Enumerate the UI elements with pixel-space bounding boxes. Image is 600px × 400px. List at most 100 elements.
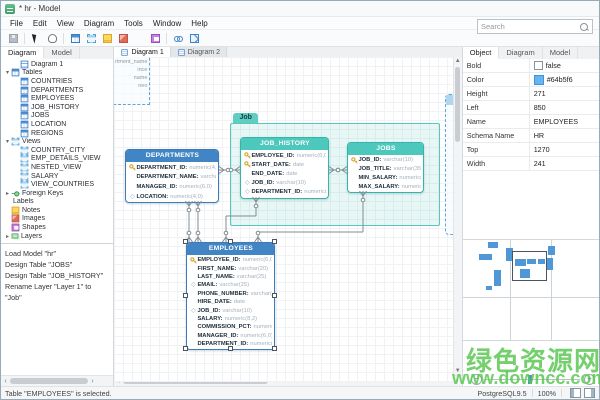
new-shape-button[interactable] bbox=[148, 32, 162, 45]
sidebar-item-labels[interactable]: Labels bbox=[1, 198, 113, 207]
sidebar-item-jobs[interactable]: JOBS bbox=[1, 112, 113, 121]
sidebar-item-regions[interactable]: REGIONS bbox=[1, 129, 113, 138]
minimap-table bbox=[546, 258, 553, 270]
glasses-button[interactable] bbox=[171, 32, 185, 45]
sidebar-item-emp-details-view[interactable]: EMP_DETAILS_VIEW bbox=[1, 155, 113, 164]
tab-object[interactable]: Object bbox=[463, 47, 500, 59]
layer-tab-job[interactable]: Job bbox=[233, 113, 257, 123]
menu-help[interactable]: Help bbox=[186, 19, 212, 28]
sidebar-item-departments[interactable]: DEPARTMENTS bbox=[1, 86, 113, 95]
property-row-color[interactable]: Color#64b5f6 bbox=[463, 73, 599, 87]
selection-handle[interactable] bbox=[228, 346, 233, 351]
history-entry: Design Table "JOB_HISTORY" bbox=[5, 270, 109, 281]
property-row-bold[interactable]: Boldfalse bbox=[463, 59, 599, 73]
sidebar-item-diagram-1[interactable]: Diagram 1 bbox=[1, 60, 113, 69]
new-note-icon bbox=[103, 34, 112, 43]
expand-arrow-icon[interactable]: ▾ bbox=[4, 69, 11, 76]
checkbox-icon[interactable] bbox=[534, 61, 543, 70]
minimap-viewport[interactable] bbox=[512, 251, 547, 281]
table-field: ◇DEPARTMENT_ID:numeric(4,0) bbox=[243, 188, 326, 197]
expand-arrow-icon[interactable]: ▾ bbox=[4, 138, 11, 145]
hand-icon bbox=[48, 34, 57, 43]
field-name: SALARY: bbox=[197, 316, 222, 322]
search-input[interactable]: Search bbox=[477, 19, 593, 34]
partial-view-top-left[interactable]: rtment_nameincenameneo bbox=[114, 57, 150, 105]
sidebar-item-salary[interactable]: SALARY bbox=[1, 172, 113, 181]
er-table-employees[interactable]: EMPLOYEESEMPLOYEE_ID:numeric(6,0)FIRST_N… bbox=[186, 242, 275, 350]
menu-window[interactable]: Window bbox=[148, 19, 186, 28]
table-field: SALARY:numeric(8,2) bbox=[189, 315, 272, 323]
menu-view[interactable]: View bbox=[52, 19, 79, 28]
new-foreign-key-icon bbox=[135, 34, 144, 43]
save-button[interactable] bbox=[6, 32, 20, 45]
selection-handle[interactable] bbox=[272, 293, 277, 298]
selection-handle[interactable] bbox=[183, 239, 188, 244]
sidebar-item-country-city[interactable]: COUNTRY_CITY bbox=[1, 146, 113, 155]
selection-handle[interactable] bbox=[183, 293, 188, 298]
nullable-icon: ◇ bbox=[243, 189, 251, 195]
image-icon bbox=[12, 215, 20, 223]
sidebar-item-nested-view[interactable]: NESTED_VIEW bbox=[1, 163, 113, 172]
new-note-button[interactable] bbox=[100, 32, 114, 45]
tree-item-label: Views bbox=[22, 138, 41, 145]
sidebar-item-countries[interactable]: COUNTRIES bbox=[1, 77, 113, 86]
selection-handle[interactable] bbox=[272, 239, 277, 244]
tab-model-props[interactable]: Model bbox=[543, 47, 578, 59]
sidebar-item-shapes[interactable]: Shapes bbox=[1, 223, 113, 232]
sidebar-item-foreign-keys[interactable]: ▸Foreign Keys bbox=[1, 189, 113, 198]
tab-diagram-props[interactable]: Diagram bbox=[499, 47, 542, 59]
expand-arrow-icon[interactable]: ▸ bbox=[4, 233, 11, 240]
sidebar-item-tables[interactable]: ▾Tables bbox=[1, 69, 113, 78]
er-table-job_history[interactable]: JOB_HISTORYEMPLOYEE_ID:numeric(6,0)START… bbox=[240, 137, 329, 199]
property-row-top[interactable]: Top1270 bbox=[463, 143, 599, 157]
pointer-button[interactable] bbox=[29, 32, 43, 45]
table-field: ◇EMAIL:varchar(25) bbox=[189, 281, 272, 289]
menu-tools[interactable]: Tools bbox=[119, 19, 148, 28]
sidebar-item-location[interactable]: LOCATION bbox=[1, 120, 113, 129]
view-column-fragment: neo bbox=[114, 82, 149, 90]
toggle-right-panel-icon[interactable] bbox=[584, 388, 595, 398]
canvas-tab-diagram-2[interactable]: Diagram 2 bbox=[171, 47, 227, 57]
properties-panel: Object Diagram Model BoldfalseColor#64b5… bbox=[462, 47, 599, 386]
partial-view-right[interactable]: empjob_mandeplocacoufirstlastsalacomdepj… bbox=[445, 94, 452, 235]
menu-edit[interactable]: Edit bbox=[28, 19, 52, 28]
canvas-tab-diagram-1[interactable]: Diagram 1 bbox=[114, 47, 170, 57]
diagram-canvas[interactable]: Job rtment_nameincenameneo empjob_mandeplo… bbox=[114, 57, 452, 382]
toggle-left-panel-icon[interactable] bbox=[570, 388, 581, 398]
selection-handle[interactable] bbox=[183, 346, 188, 351]
sidebar-item-job-history[interactable]: JOB_HISTORY bbox=[1, 103, 113, 112]
new-foreign-key-button[interactable] bbox=[132, 32, 146, 45]
property-row-name[interactable]: NameEMPLOYEES bbox=[463, 115, 599, 129]
sidebar-item-layers[interactable]: ▸Layers bbox=[1, 232, 113, 241]
left-panel-scrollbar[interactable]: ‹ › bbox=[1, 375, 113, 386]
sidebar-item-images[interactable]: Images bbox=[1, 215, 113, 224]
selection-handle[interactable] bbox=[272, 346, 277, 351]
property-row-schema-name[interactable]: Schema NameHR bbox=[463, 129, 599, 143]
property-row-left[interactable]: Left850 bbox=[463, 101, 599, 115]
design-button[interactable] bbox=[187, 32, 201, 45]
canvas-vertical-scrollbar[interactable]: ▲ ▼ bbox=[453, 57, 462, 375]
hand-button[interactable] bbox=[45, 32, 59, 45]
overview-minimap[interactable] bbox=[463, 239, 599, 341]
er-table-jobs[interactable]: JOBSJOB_ID:varchar(10)JOB_TITLE:varchar(… bbox=[347, 142, 424, 193]
table-field: MAX_SALARY:numeric(6,0) bbox=[350, 182, 421, 191]
property-label: Color bbox=[463, 73, 530, 86]
er-table-departments[interactable]: DEPARTMENTSDEPARTMENT_ID:numeric(4,0)DEP… bbox=[125, 149, 219, 203]
menu-diagram[interactable]: Diagram bbox=[79, 19, 119, 28]
property-row-height[interactable]: Height271 bbox=[463, 87, 599, 101]
new-image-button[interactable] bbox=[116, 32, 130, 45]
property-row-width[interactable]: Width241 bbox=[463, 157, 599, 171]
sidebar-item-notes[interactable]: Notes bbox=[1, 206, 113, 215]
sidebar-item-view-countries[interactable]: VIEW_COUNTRIES bbox=[1, 180, 113, 189]
sidebar-item-employees[interactable]: EMPLOYEES bbox=[1, 94, 113, 103]
color-swatch[interactable] bbox=[534, 75, 544, 85]
expand-arrow-icon[interactable]: ▸ bbox=[4, 190, 11, 197]
new-view-button[interactable] bbox=[84, 32, 98, 45]
selection-handle[interactable] bbox=[228, 239, 233, 244]
tab-model[interactable]: Model bbox=[44, 47, 79, 59]
property-value: HR bbox=[530, 131, 599, 140]
menu-file[interactable]: File bbox=[5, 19, 28, 28]
sidebar-item-views[interactable]: ▾ Views bbox=[1, 137, 113, 146]
new-table-button[interactable] bbox=[68, 32, 82, 45]
tab-diagram[interactable]: Diagram bbox=[1, 47, 44, 59]
